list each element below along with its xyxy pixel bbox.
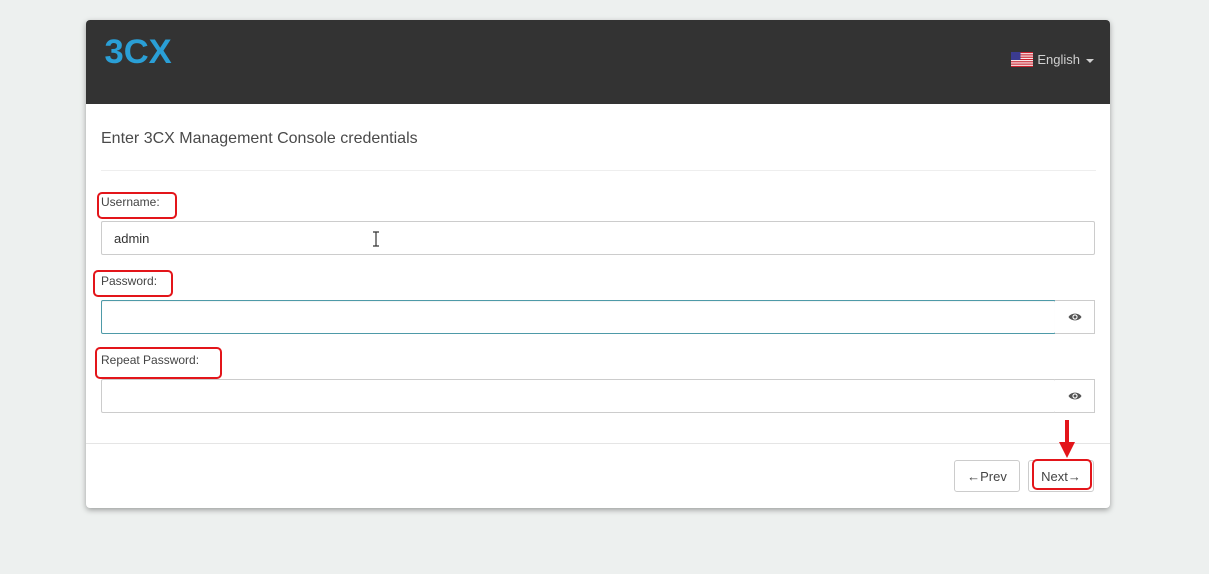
language-selector[interactable]: English: [1011, 52, 1094, 67]
eye-icon: [1068, 392, 1081, 400]
show-password-button[interactable]: [1055, 300, 1095, 334]
username-label: Username:: [101, 195, 160, 209]
next-button-highlight: [1032, 459, 1092, 490]
repeat-password-input[interactable]: [101, 379, 1056, 413]
repeat-password-label: Repeat Password:: [101, 353, 200, 367]
password-label: Password:: [101, 274, 158, 288]
svg-text:3CX: 3CX: [105, 33, 172, 71]
page-title: Enter 3CX Management Console credentials: [101, 130, 418, 147]
setup-wizard-card: 3CX English Enter 3CX Management Console…: [86, 20, 1110, 508]
footer-divider: [86, 443, 1110, 444]
password-input[interactable]: [101, 300, 1056, 334]
arrow-down-icon: [1059, 420, 1075, 458]
text-cursor-icon: [373, 231, 379, 247]
language-label: English: [1037, 52, 1080, 67]
eye-icon: [1068, 313, 1081, 321]
prev-button[interactable]: ←Prev: [954, 460, 1020, 492]
us-flag-icon: [1011, 52, 1034, 67]
show-repeat-password-button[interactable]: [1055, 379, 1095, 413]
header-bar: 3CX English: [86, 20, 1110, 104]
title-divider: [101, 170, 1096, 171]
3cx-logo: 3CX: [105, 33, 172, 71]
username-input[interactable]: [101, 221, 1095, 255]
chevron-down-icon: [1086, 58, 1094, 63]
